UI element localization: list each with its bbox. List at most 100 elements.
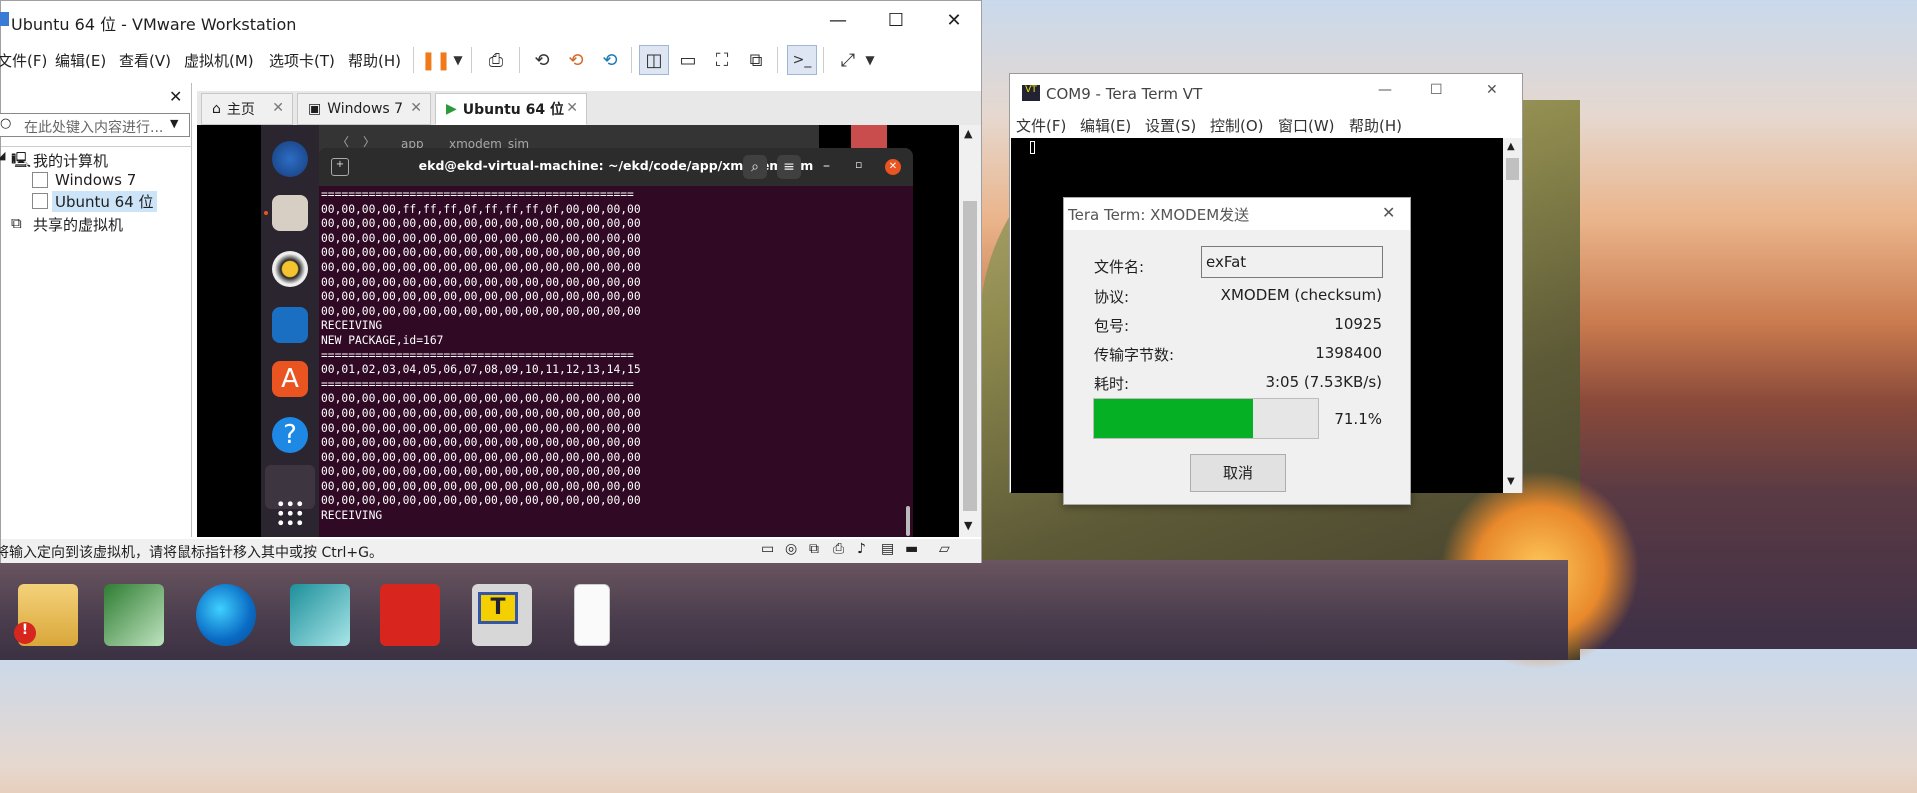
tt-menu-help[interactable]: 帮助(H): [1349, 115, 1402, 136]
menu-tabs[interactable]: 选项卡(T): [269, 50, 335, 71]
scroll-up-icon[interactable]: ▲: [964, 127, 972, 140]
close-tab-icon[interactable]: ✕: [410, 100, 422, 116]
tt-menu-file[interactable]: 文件(F): [1016, 115, 1066, 136]
cancel-button[interactable]: 取消: [1190, 454, 1286, 492]
files-icon[interactable]: [272, 195, 308, 231]
vm-tabs: ⌂ 主页 ✕ ▣ Windows 7 ✕ ▶ Ubuntu 64 位 ✕: [197, 91, 981, 125]
progress-fill: [1094, 399, 1254, 438]
document-icon[interactable]: [574, 584, 610, 646]
vmware-titlebar[interactable]: Ubuntu 64 位 - VMware Workstation — ☐ ✕: [0, 1, 983, 39]
revert-snapshot-icon[interactable]: ⟲: [561, 45, 591, 75]
network-icon[interactable]: ⧉: [809, 541, 819, 557]
scroll-down-icon[interactable]: ▼: [1507, 476, 1515, 487]
tt-menu-window[interactable]: 窗口(W): [1278, 115, 1335, 136]
menu-edit[interactable]: 编辑(E): [55, 50, 106, 71]
thunderbird-icon[interactable]: [272, 141, 308, 177]
scroll-thumb[interactable]: [1506, 158, 1519, 180]
terminal-line: ========================================…: [321, 188, 634, 201]
menu-view[interactable]: 查看(V): [119, 50, 171, 71]
edge-icon[interactable]: [196, 584, 256, 646]
scroll-down-icon[interactable]: ▼: [964, 519, 972, 532]
close-tab-icon[interactable]: ✕: [566, 100, 578, 116]
menu-vm[interactable]: 虚拟机(M): [184, 50, 254, 71]
status-hint: 将输入定向到该虚拟机，请将鼠标指针移入其中或按 Ctrl+G。: [0, 545, 383, 561]
search-icon: ○: [0, 116, 12, 131]
thumbnail-bar-icon[interactable]: ▭: [673, 45, 703, 75]
close-tab-icon[interactable]: ✕: [272, 100, 284, 116]
network-app-icon[interactable]: [104, 584, 164, 646]
printer-icon[interactable]: ▤: [881, 541, 894, 557]
ubuntu-dock: A ?: [261, 125, 319, 537]
close-button[interactable]: ✕: [1486, 82, 1498, 98]
libreoffice-writer-icon[interactable]: [272, 307, 308, 343]
vm-tab-icon: ▣: [308, 101, 322, 117]
tt-menu-setup[interactable]: 设置(S): [1145, 115, 1196, 136]
chevron-down-icon[interactable]: ▼: [443, 45, 473, 75]
library-view-icon[interactable]: ◫: [639, 45, 669, 75]
minimize-button[interactable]: —: [809, 1, 867, 39]
teraterm-icon[interactable]: T: [472, 584, 532, 646]
tab-home[interactable]: ⌂ 主页 ✕: [201, 93, 293, 125]
teraterm-title: COM9 - Tera Term VT: [1046, 85, 1203, 103]
minimize-button[interactable]: —: [1378, 82, 1392, 98]
tree-shared-vms[interactable]: 共享的虚拟机: [33, 214, 123, 235]
tab-windows7[interactable]: ▣ Windows 7 ✕: [297, 93, 431, 125]
help-icon[interactable]: ?: [272, 417, 308, 453]
terminal-window[interactable]: + ekd@ekd-virtual-machine: ~/ekd/code/ap…: [319, 148, 913, 537]
tt-menu-edit[interactable]: 编辑(E): [1080, 115, 1131, 136]
scroll-thumb[interactable]: [963, 201, 977, 511]
minimize-icon[interactable]: –: [823, 158, 830, 174]
terminal-line: 00,00,00,00,00,00,00,00,00,00,00,00,00,0…: [321, 246, 641, 260]
menu-file[interactable]: 文件(F): [0, 50, 47, 71]
tab-ubuntu[interactable]: ▶ Ubuntu 64 位 ✕: [435, 93, 587, 125]
teraterm-scrollbar[interactable]: ▲ ▼: [1503, 138, 1522, 493]
vm-icon: [32, 172, 48, 188]
message-log-icon[interactable]: ▱: [939, 541, 950, 557]
dropdown-arrow-icon[interactable]: ▼: [170, 117, 178, 130]
cdrom-icon[interactable]: ◎: [785, 541, 797, 557]
menu-help[interactable]: 帮助(H): [348, 50, 401, 71]
sound-icon[interactable]: ♪: [857, 541, 866, 557]
3d-app-icon[interactable]: [290, 584, 350, 646]
usb-icon[interactable]: ⎙: [833, 541, 844, 557]
rhythmbox-icon[interactable]: [272, 251, 308, 287]
terminal-line: 00,00,00,00,00,00,00,00,00,00,00,00,00,0…: [321, 290, 641, 304]
tree-windows7[interactable]: Windows 7: [55, 171, 136, 189]
tab-label: Windows 7: [327, 101, 404, 117]
tree-my-computer[interactable]: 我的计算机: [33, 150, 108, 171]
display-icon[interactable]: ▬: [905, 541, 918, 557]
unity-icon[interactable]: ⧉: [741, 45, 771, 75]
vm-vertical-scrollbar[interactable]: ▲ ▼: [959, 125, 981, 537]
snapshot-manager-icon[interactable]: ⟲: [595, 45, 625, 75]
close-icon[interactable]: ✕: [885, 159, 901, 175]
app-grid-icon[interactable]: [276, 499, 304, 527]
expand-icon[interactable]: ◢: [0, 149, 5, 162]
library-search-input[interactable]: ○ 在此处键入内容进行... ▼: [0, 113, 190, 137]
terminal-line: 00,00,00,00,00,00,00,00,00,00,00,00,00,0…: [321, 436, 641, 450]
tt-menu-control[interactable]: 控制(O): [1210, 115, 1264, 136]
close-library-icon[interactable]: ✕: [169, 87, 182, 106]
chevron-down-icon[interactable]: ▼: [855, 45, 885, 75]
background-window-edge: [851, 125, 887, 149]
send-ctrl-alt-del-icon[interactable]: ⎙: [481, 45, 511, 75]
maximize-icon[interactable]: ▫: [855, 158, 862, 171]
search-icon[interactable]: ⌕: [743, 155, 767, 179]
hamburger-menu-icon[interactable]: ≡: [777, 155, 801, 179]
flag-app-icon[interactable]: [380, 584, 440, 646]
hdd-icon[interactable]: ▭: [761, 541, 774, 557]
console-view-icon[interactable]: >_: [787, 45, 817, 75]
snapshot-icon[interactable]: ⟲: [527, 45, 557, 75]
terminal-headerbar[interactable]: + ekd@ekd-virtual-machine: ~/ekd/code/ap…: [319, 148, 913, 186]
teraterm-app-icon: VT: [1022, 85, 1040, 101]
fullscreen-icon[interactable]: ⛶: [707, 45, 737, 75]
close-button[interactable]: ✕: [925, 1, 983, 39]
maximize-button[interactable]: ☐: [1430, 82, 1443, 98]
dialog-titlebar[interactable]: Tera Term: XMODEM发送 ✕: [1064, 198, 1410, 230]
running-indicator: [264, 211, 268, 215]
scroll-up-icon[interactable]: ▲: [1507, 141, 1515, 152]
terminal-scrollbar[interactable]: [906, 506, 910, 536]
software-center-icon[interactable]: A: [272, 361, 308, 397]
close-icon[interactable]: ✕: [1382, 203, 1395, 222]
maximize-button[interactable]: ☐: [867, 1, 925, 39]
tree-ubuntu[interactable]: Ubuntu 64 位: [52, 191, 157, 212]
